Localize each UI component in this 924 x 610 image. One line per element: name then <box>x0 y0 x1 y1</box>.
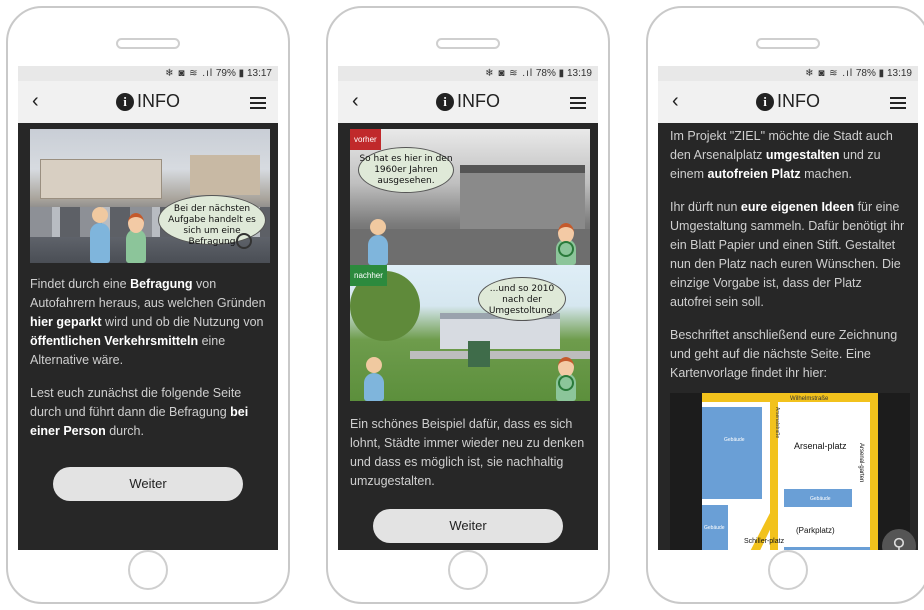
paragraph-2: Ihr dürft nun eure eigenen Ideen für ein… <box>670 200 905 309</box>
info-icon: i <box>116 93 134 111</box>
phone-2: ❄ ◙ ≋ .ıl 78% ▮ 13:19 ‹ i INFO vorher So … <box>326 6 610 604</box>
map-label-arsenalplatz: Arsenal-platz <box>794 441 847 451</box>
phone-speaker <box>436 38 500 49</box>
map-label-schillerplatz: Schiller-platz <box>744 538 785 545</box>
map-label-parkplatz: (Parkplatz) <box>796 526 835 535</box>
paragraph-1: Findet durch eine Befragung von Autofahr… <box>30 277 266 367</box>
nachher-tag: nachher <box>350 265 387 286</box>
phone-3: ❄ ◙ ≋ .ıl 78% ▮ 13:19 ‹ i INFO Im Projekt… <box>646 6 924 604</box>
vorher-tag: vorher <box>350 129 381 150</box>
weiter-button[interactable]: Weiter <box>373 509 563 543</box>
boy-character <box>368 219 388 265</box>
hamburger-menu-icon[interactable] <box>890 97 906 109</box>
status-bar: ❄ ◙ ≋ .ıl 78% ▮ 13:19 <box>658 66 918 81</box>
info-icon: i <box>436 93 454 111</box>
boy-character <box>364 357 384 401</box>
paragraph-2: Lest euch zunächst die folgende Seite du… <box>30 386 249 438</box>
clock: 13:17 <box>246 68 272 79</box>
page-title: i INFO <box>658 91 918 112</box>
phone-1: ❄ ◙ ≋ .ıl 79% ▮ 13:17 ‹ i INFO Bei der nä… <box>6 6 290 604</box>
speech-bubble-after: ...und so 2010 nach der Umgestoltung. <box>478 277 566 321</box>
girl-character <box>126 213 146 263</box>
map-label-arsenalgarten: Arsenal-garten <box>858 443 864 482</box>
phone-speaker <box>756 38 820 49</box>
map-label-building-1: Gebäude <box>724 437 745 443</box>
parking-lot-illustration: Bei der nächsten Aufgabe handelt es sich… <box>30 129 270 263</box>
home-button[interactable] <box>448 550 488 590</box>
status-bar: ❄ ◙ ≋ .ıl 78% ▮ 13:19 <box>338 66 598 81</box>
screen-3: ❄ ◙ ≋ .ıl 78% ▮ 13:19 ‹ i INFO Im Projekt… <box>658 66 918 550</box>
phone-speaker <box>116 38 180 49</box>
hamburger-menu-icon[interactable] <box>570 97 586 109</box>
paragraph-1: Im Projekt "ZIEL" möchte die Stadt auch … <box>670 129 893 181</box>
app-bar: ‹ i INFO <box>338 81 598 123</box>
home-button[interactable] <box>128 550 168 590</box>
battery-level: 78% <box>535 68 556 79</box>
map-template[interactable]: Wilhelmstraße Gebäude Gebäude Gebäude Ge… <box>670 393 916 550</box>
zoom-search-icon[interactable]: ⚲ <box>882 529 916 550</box>
battery-level: 78% <box>855 68 876 79</box>
app-bar: ‹ i INFO <box>18 81 278 123</box>
screen-1: ❄ ◙ ≋ .ıl 79% ▮ 13:17 ‹ i INFO Bei der nä… <box>18 66 278 550</box>
app-bar: ‹ i INFO <box>658 81 918 123</box>
paragraph-3: Beschriftet anschließend eure Zeichnung … <box>670 328 898 380</box>
magnifier-icon <box>558 241 574 257</box>
status-icons: ❄ ◙ ≋ .ıl <box>805 68 854 79</box>
battery-level: 79% <box>215 68 236 79</box>
clock: 13:19 <box>886 68 912 79</box>
magnifier-icon <box>558 375 574 391</box>
status-icons: ❄ ◙ ≋ .ıl <box>485 68 534 79</box>
hamburger-menu-icon[interactable] <box>250 97 266 109</box>
paragraph: Ein schönes Beispiel dafür, dass es sich… <box>350 417 585 488</box>
map-label-building-2: Gebäude <box>704 525 725 531</box>
info-icon: i <box>756 93 774 111</box>
map-label-street-top: Wilhelmstraße <box>790 396 829 402</box>
home-button[interactable] <box>768 550 808 590</box>
battery-icon: ▮ <box>558 68 565 79</box>
boy-character <box>90 207 110 263</box>
weiter-button[interactable]: Weiter <box>53 467 243 501</box>
speech-bubble-before: So hat es hier in den 1960er Jahren ausg… <box>358 147 454 193</box>
battery-icon: ▮ <box>878 68 885 79</box>
page-title: i INFO <box>18 91 278 112</box>
battery-icon: ▮ <box>238 68 245 79</box>
magnifier-icon <box>236 233 252 249</box>
clock: 13:19 <box>566 68 592 79</box>
arsenal-map: Wilhelmstraße Gebäude Gebäude Gebäude Ge… <box>702 393 878 550</box>
status-bar: ❄ ◙ ≋ .ıl 79% ▮ 13:17 <box>18 66 278 81</box>
status-icons: ❄ ◙ ≋ .ıl <box>165 68 214 79</box>
page-title: i INFO <box>338 91 598 112</box>
screen-2: ❄ ◙ ≋ .ıl 78% ▮ 13:19 ‹ i INFO vorher So … <box>338 66 598 550</box>
map-label-arsenalstrasse: Arsenalstraße <box>774 407 780 438</box>
map-label-building-3: Gebäude <box>810 496 831 502</box>
